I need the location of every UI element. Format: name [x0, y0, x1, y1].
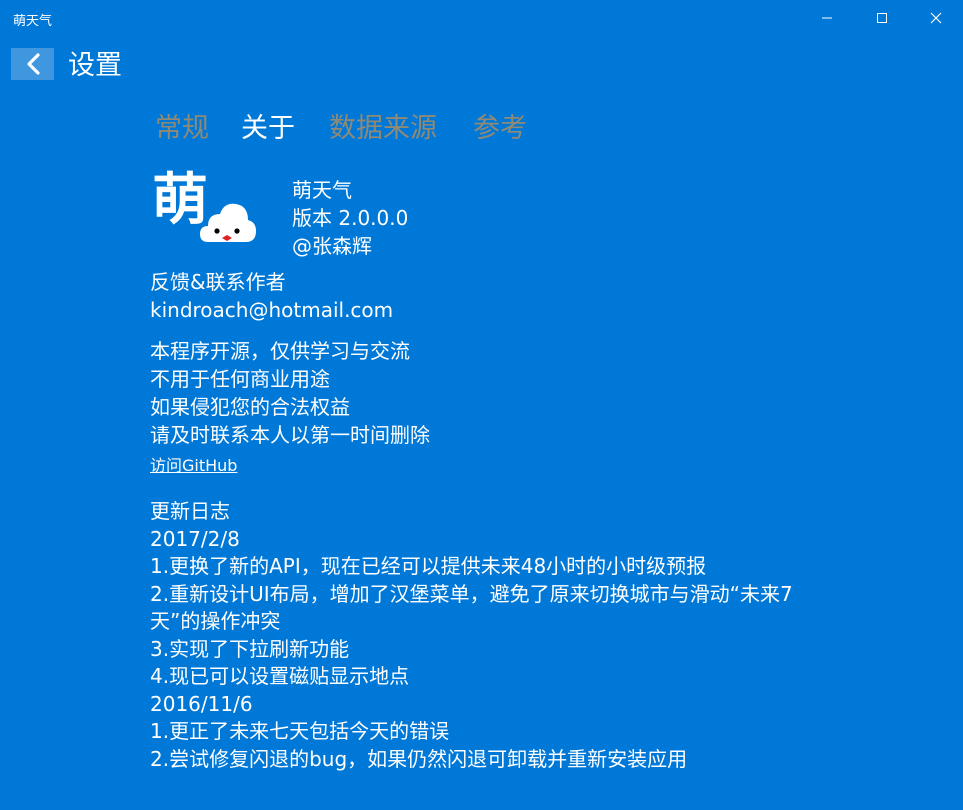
disclaimer-section: 本程序开源，仅供学习与交流 不用于任何商业用途 如果侵犯您的合法权益 请及时联系…: [150, 337, 430, 449]
app-info: 萌天气 版本 2.0.0.0 @张森辉: [292, 176, 408, 260]
close-button[interactable]: [912, 0, 960, 36]
github-link[interactable]: 访问GitHub: [150, 455, 237, 477]
disclaimer-line: 不用于任何商业用途: [150, 367, 330, 391]
tab-data-source[interactable]: 数据来源: [329, 110, 437, 148]
app-version: 版本 2.0.0.0: [292, 206, 409, 230]
back-button[interactable]: [11, 48, 54, 80]
close-icon: [930, 12, 942, 24]
app-name: 萌天气: [292, 178, 352, 202]
feedback-section: 反馈&联系作者 kindroach@hotmail.com: [150, 268, 393, 324]
minimize-button[interactable]: [803, 0, 851, 36]
tab-about[interactable]: 关于: [241, 110, 295, 148]
maximize-icon: [877, 13, 887, 23]
tab-general[interactable]: 常规: [155, 110, 209, 148]
app-author: @张森辉: [292, 234, 372, 258]
changelog-title: 更新日志: [150, 499, 230, 523]
changelog-date: 2016/11/6: [150, 691, 253, 716]
tab-reference[interactable]: 参考: [473, 110, 527, 148]
app-logo: 萌: [150, 168, 260, 248]
cloud-face-icon: [200, 203, 256, 242]
page-title: 设置: [68, 50, 122, 81]
maximize-button[interactable]: [858, 0, 906, 36]
title-bar: 萌天气: [0, 0, 963, 36]
changelog-item: 3.实现了下拉刷新功能: [150, 636, 350, 661]
minimize-icon: [822, 17, 832, 19]
changelog-date: 2017/2/8: [150, 526, 240, 551]
changelog-section: 更新日志 2017/2/8 1.更换了新的API，现在已经可以提供未来48小时的…: [150, 498, 820, 773]
disclaimer-line: 本程序开源，仅供学习与交流: [150, 339, 410, 363]
disclaimer-line: 请及时联系本人以第一时间删除: [150, 423, 430, 447]
changelog-item: 2.重新设计UI布局，增加了汉堡菜单，避免了原来切换城市与滑动“未来7天”的操作…: [150, 581, 793, 634]
changelog-item: 1.更正了未来七天包括今天的错误: [150, 719, 450, 743]
changelog-item: 1.更换了新的API，现在已经可以提供未来48小时的小时级预报: [150, 554, 707, 578]
changelog-item: 2.尝试修复闪退的bug，如果仍然闪退可卸载并重新安装应用: [150, 746, 688, 771]
chevron-left-icon: [26, 53, 40, 75]
window-title: 萌天气: [13, 14, 53, 29]
contact-email: kindroach@hotmail.com: [150, 298, 394, 322]
feedback-label: 反馈&联系作者: [150, 270, 286, 294]
disclaimer-line: 如果侵犯您的合法权益: [150, 395, 350, 419]
changelog-item: 4.现已可以设置磁贴显示地点: [150, 664, 410, 688]
